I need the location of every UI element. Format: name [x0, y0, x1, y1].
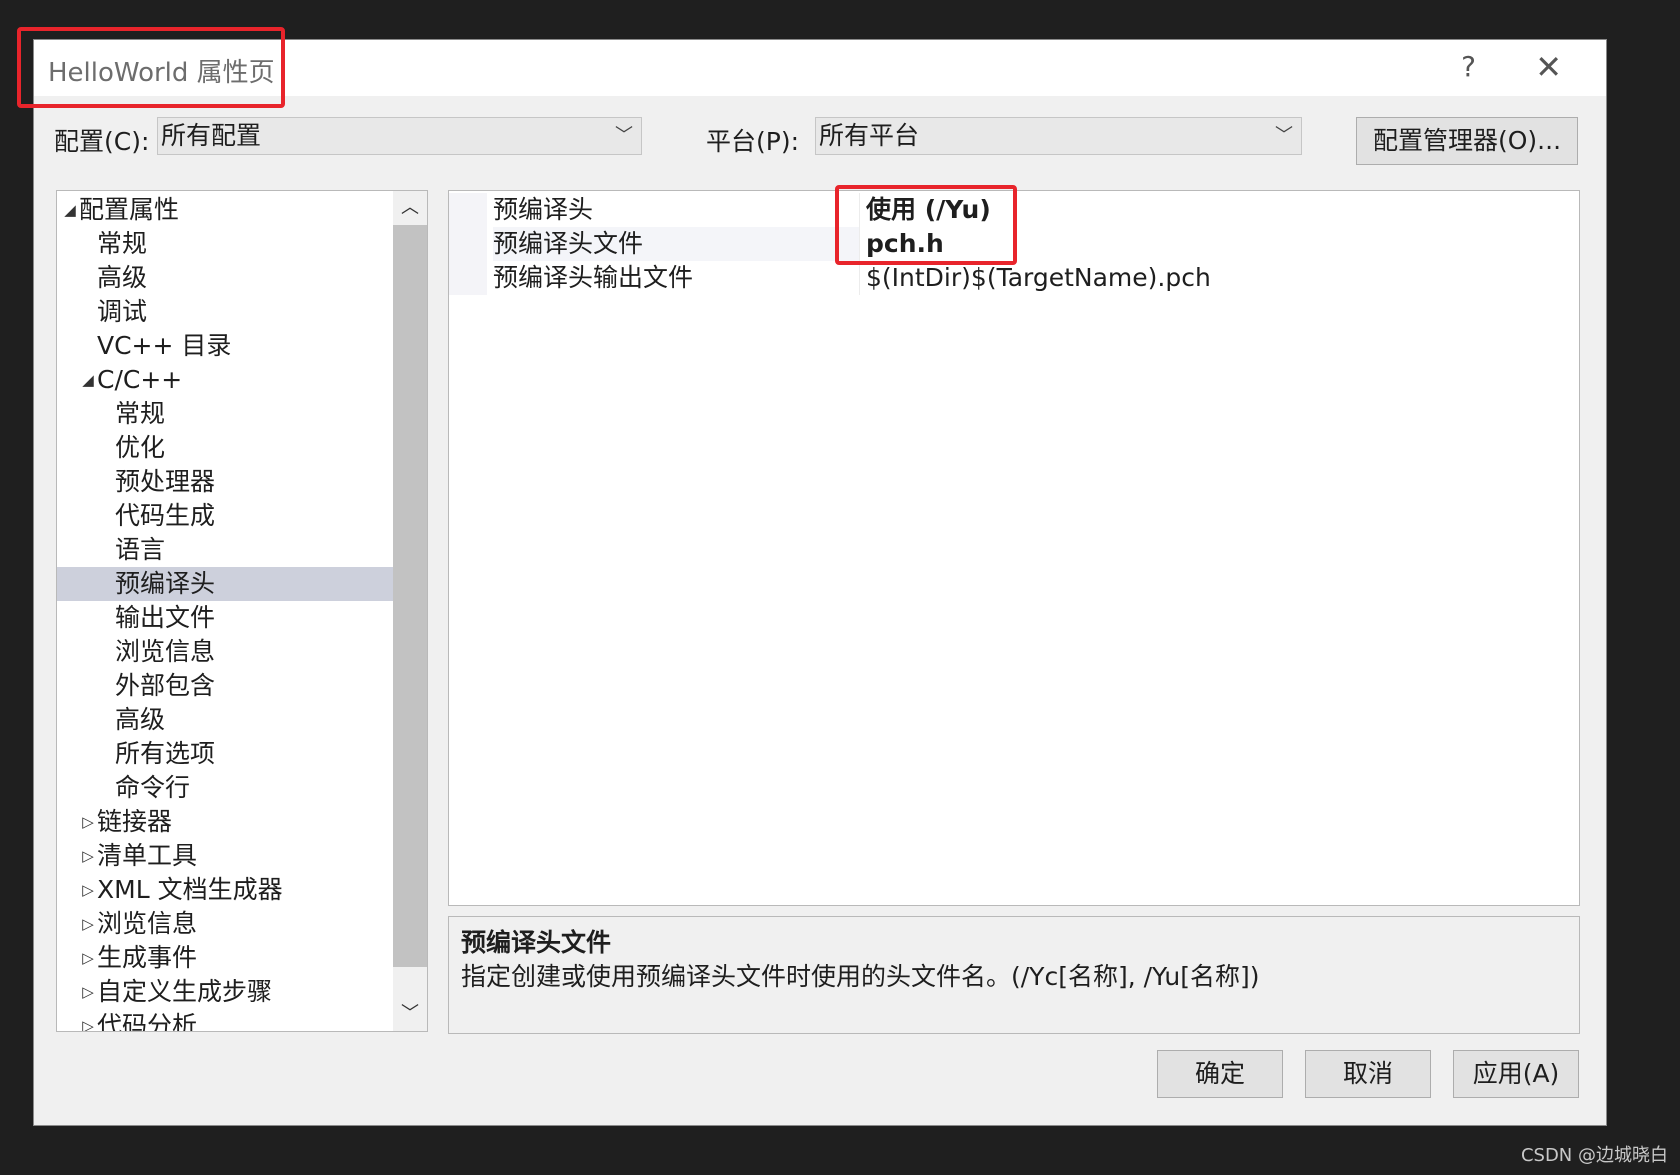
tree-item[interactable]: ▷ 生成事件: [57, 941, 393, 975]
row-gutter: [449, 193, 487, 227]
config-select[interactable]: 所有配置 ﹀: [157, 117, 642, 155]
cancel-button[interactable]: 取消: [1305, 1050, 1431, 1098]
tree-item-label: 清单工具: [97, 841, 198, 870]
tree-item[interactable]: ▷ 代码分析: [57, 1009, 393, 1032]
scrollbar-thumb[interactable]: [393, 225, 427, 967]
tree-item-label: 外部包含: [115, 671, 216, 700]
row-gutter: [449, 261, 487, 295]
tree-item[interactable]: 命令行: [57, 771, 393, 805]
watermark: CSDN @边城晓白: [1520, 1145, 1668, 1166]
title-bar: HelloWorld 属性页 ? ✕: [17, 27, 1606, 108]
property-tree: ◢ 配置属性 常规 高级 调试 VC++ 目录 ◢ C/C++ 常规 优化 预处理器 代码生成 语言 预编…: [56, 190, 428, 1032]
tree-item[interactable]: ▷ 自定义生成步骤: [57, 975, 393, 1009]
tree-item-label: 命令行: [115, 773, 191, 802]
tree-item-label: 浏览信息: [115, 637, 216, 666]
tree-item[interactable]: 预处理器: [57, 465, 393, 499]
help-icon[interactable]: ?: [1461, 50, 1476, 83]
value-highlight-box: [835, 185, 1017, 265]
tree-item[interactable]: 调试: [57, 295, 393, 329]
description-text: 指定创建或使用预编译头文件时使用的头文件名。(/Yc[名称], /Yu[名称]): [461, 962, 1260, 991]
tree-item-label: 浏览信息: [97, 909, 198, 938]
tree-item-label: 代码生成: [115, 501, 216, 530]
platform-label: 平台(P):: [706, 127, 800, 156]
tree-item[interactable]: VC++ 目录: [57, 329, 393, 363]
property-name: 预编译头: [493, 193, 859, 227]
property-name: 预编译头输出文件: [493, 261, 859, 295]
tree-item-label: 预处理器: [115, 467, 216, 496]
property-grid: 预编译头 使用 (/Yu) 预编译头文件 pch.h 预编译头输出文件 $(IntDir)…: [448, 185, 1580, 906]
tree-item-label: C/C++: [97, 365, 183, 394]
tree-item-label: 调试: [97, 297, 148, 326]
tree-item[interactable]: ▷ 链接器: [57, 805, 393, 839]
close-icon[interactable]: ✕: [1535, 48, 1562, 86]
expand-arrow-icon[interactable]: ▷: [79, 1009, 97, 1031]
expand-arrow-icon[interactable]: ▷: [79, 907, 97, 941]
expand-arrow-icon[interactable]: ▷: [79, 839, 97, 873]
tree-item-label: 高级: [115, 705, 166, 734]
config-select-value: 所有配置: [161, 121, 262, 150]
tree-item[interactable]: ▷ 浏览信息: [57, 907, 393, 941]
tree-item-label: 常规: [115, 399, 166, 428]
tree-item-label: 高级: [97, 263, 148, 292]
description-panel: 预编译头文件 指定创建或使用预编译头文件时使用的头文件名。(/Yc[名称], /…: [448, 916, 1580, 1034]
apply-button[interactable]: 应用(A): [1453, 1050, 1579, 1098]
tree-item[interactable]: 优化: [57, 431, 393, 465]
tree-item-label: VC++ 目录: [97, 331, 232, 360]
tree-item[interactable]: 高级: [57, 703, 393, 737]
property-value[interactable]: $(IntDir)$(TargetName).pch: [859, 261, 1579, 295]
tree-item-label: 常规: [97, 229, 148, 258]
tree-item[interactable]: ◢ C/C++: [57, 363, 393, 397]
description-title: 预编译头文件: [461, 928, 612, 957]
tree-item[interactable]: 代码生成: [57, 499, 393, 533]
ok-button[interactable]: 确定: [1157, 1050, 1283, 1098]
tree-item-label: 代码分析: [97, 1011, 198, 1032]
tree-item[interactable]: 常规: [57, 227, 393, 261]
tree-item-label: 优化: [115, 433, 166, 462]
property-pages-dialog: HelloWorld 属性页 ? ✕ 配置(C): 所有配置 ﹀ 平台(P): …: [17, 27, 1607, 1126]
tree-item[interactable]: 常规: [57, 397, 393, 431]
tree-item[interactable]: ▷ XML 文档生成器: [57, 873, 393, 907]
collapse-arrow-icon[interactable]: ◢: [79, 363, 97, 397]
tree-item[interactable]: 所有选项: [57, 737, 393, 771]
config-label: 配置(C):: [54, 127, 150, 156]
title-highlight-box: [17, 27, 285, 108]
tree-item-label: 自定义生成步骤: [97, 977, 273, 1006]
tree-item-label: 生成事件: [97, 943, 198, 972]
row-gutter: [449, 227, 487, 261]
scroll-down-icon[interactable]: ﹀: [393, 997, 427, 1031]
scroll-up-icon[interactable]: ︿: [393, 191, 427, 225]
tree-item[interactable]: 高级: [57, 261, 393, 295]
expand-arrow-icon[interactable]: ▷: [79, 975, 97, 1009]
tree-item-label: 输出文件: [115, 603, 216, 632]
tree-item-label: 语言: [115, 535, 166, 564]
tree-item-label: 预编译头: [115, 569, 216, 598]
tree-item-label: 链接器: [97, 807, 173, 836]
property-name: 预编译头文件: [493, 227, 859, 261]
expand-arrow-icon[interactable]: ▷: [79, 805, 97, 839]
chevron-down-icon: ﹀: [615, 125, 633, 146]
chevron-down-icon: ﹀: [1275, 125, 1293, 146]
platform-select[interactable]: 所有平台 ﹀: [815, 117, 1302, 155]
tree-item-label: 配置属性: [79, 195, 180, 224]
tree-item[interactable]: ▷ 清单工具: [57, 839, 393, 873]
tree-item[interactable]: 预编译头: [57, 567, 393, 601]
tree-scrollbar[interactable]: ︿ ﹀: [393, 191, 427, 1031]
tree-item[interactable]: 浏览信息: [57, 635, 393, 669]
expand-arrow-icon[interactable]: ▷: [79, 941, 97, 975]
tree-item[interactable]: 输出文件: [57, 601, 393, 635]
collapse-arrow-icon[interactable]: ◢: [61, 193, 79, 227]
tree-item[interactable]: 外部包含: [57, 669, 393, 703]
tree-item-label: 所有选项: [115, 739, 216, 768]
tree-item-label: XML 文档生成器: [97, 875, 283, 904]
tree-item[interactable]: 语言: [57, 533, 393, 567]
property-row[interactable]: 预编译头输出文件 $(IntDir)$(TargetName).pch: [449, 261, 1579, 295]
tree-item[interactable]: ◢ 配置属性: [57, 193, 393, 227]
config-manager-button[interactable]: 配置管理器(O)...: [1356, 117, 1578, 165]
expand-arrow-icon[interactable]: ▷: [79, 873, 97, 907]
platform-select-value: 所有平台: [819, 121, 920, 150]
